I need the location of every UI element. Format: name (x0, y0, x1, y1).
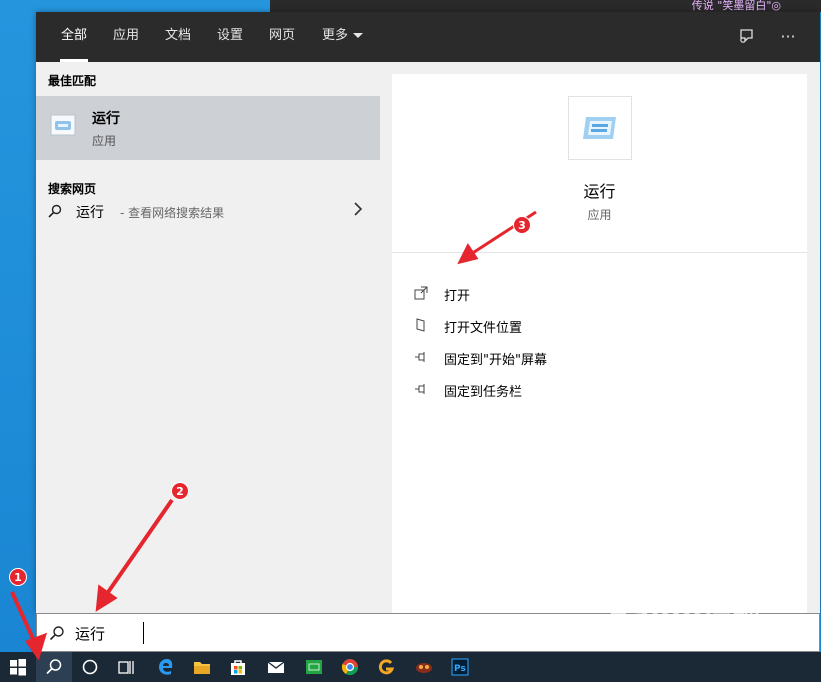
store-bag-icon (231, 660, 245, 675)
action-open-file-location-label: 打开文件位置 (444, 321, 523, 336)
search-icon (46, 659, 62, 675)
web-search-result[interactable]: 运行 - 查看网络搜索结果 (36, 196, 380, 226)
taskbar: Ps (0, 652, 821, 682)
tab-web[interactable]: 网页 (269, 12, 295, 62)
tab-apps[interactable]: 应用 (113, 12, 139, 62)
tab-more-label: 更多 (322, 28, 349, 43)
store-taskbar-button[interactable] (220, 652, 256, 682)
search-icon (48, 204, 62, 218)
action-pin-to-taskbar-label: 固定到任务栏 (444, 385, 523, 400)
tab-settings[interactable]: 设置 (217, 12, 243, 62)
annotation-marker-3: 3 (513, 216, 531, 234)
windows-start-button[interactable] (0, 652, 36, 682)
g-app-taskbar-button[interactable] (368, 652, 404, 682)
open-icon (414, 286, 428, 300)
action-pin-to-start-label: 固定到"开始"屏幕 (444, 353, 547, 368)
task-view-button[interactable] (108, 652, 144, 682)
text-caret (143, 622, 144, 644)
action-pin-to-start[interactable]: 固定到"开始"屏幕 (412, 345, 792, 369)
mail-taskbar-button[interactable] (258, 652, 294, 682)
pin-icon (415, 352, 425, 362)
pin-icon (415, 384, 425, 394)
tab-more[interactable]: 更多 (322, 12, 364, 62)
search-input-value: 运行 (75, 625, 106, 643)
tab-all[interactable]: 全部 (59, 12, 89, 62)
chrome-icon (341, 659, 359, 676)
search-icon (49, 626, 64, 641)
action-open-file-location[interactable]: 打开文件位置 (412, 313, 792, 337)
web-result-description: - 查看网络搜索结果 (120, 206, 225, 220)
mail-icon (267, 661, 285, 673)
action-pin-to-taskbar[interactable]: 固定到任务栏 (412, 377, 792, 401)
cortana-button[interactable] (72, 652, 108, 682)
detail-divider (392, 252, 807, 253)
best-match-item[interactable]: 运行 应用 (36, 96, 380, 160)
green-app-icon (306, 660, 322, 674)
chevron-down-icon (353, 33, 364, 38)
ellipsis-icon[interactable]: ··· (778, 27, 798, 47)
g-app-icon (378, 659, 395, 675)
feedback-icon[interactable] (736, 27, 756, 47)
tab-documents[interactable]: 文档 (165, 12, 191, 62)
action-open-label: 打开 (444, 289, 471, 304)
best-match-heading: 最佳匹配 (48, 74, 97, 88)
web-search-heading: 搜索网页 (48, 182, 97, 196)
best-match-type: 应用 (92, 134, 117, 148)
detail-app-icon-frame (568, 96, 632, 160)
photoshop-icon: Ps (451, 658, 469, 676)
annotation-marker-2: 2 (171, 482, 189, 500)
search-panel-header: 全部 应用 文档 设置 网页 更多 ··· (36, 12, 820, 62)
wallpaper-caption: 传说 "笑墨留白"◎ (691, 0, 781, 12)
green-app-taskbar-button[interactable] (296, 652, 332, 682)
task-view-icon (118, 661, 134, 674)
run-app-icon (50, 114, 76, 136)
search-input[interactable]: 运行 (36, 613, 820, 652)
game-app-icon (416, 663, 432, 673)
search-panel: 全部 应用 文档 设置 网页 更多 ··· 最佳匹配 运行 应用 搜索网页 运行… (36, 12, 820, 613)
cortana-icon (82, 659, 98, 675)
detail-app-name: 运行 (583, 182, 616, 201)
chrome-taskbar-button[interactable] (332, 652, 368, 682)
run-app-icon (583, 117, 616, 139)
photoshop-taskbar-button[interactable]: Ps (442, 652, 478, 682)
best-match-name: 运行 (92, 111, 120, 127)
annotation-marker-1: 1 (9, 568, 27, 586)
windows-logo-icon (10, 659, 26, 676)
edge-icon (159, 659, 173, 675)
detail-app-type: 应用 (587, 208, 612, 222)
chevron-right-icon[interactable] (352, 202, 364, 216)
file-explorer-taskbar-button[interactable] (184, 652, 220, 682)
detail-pane: 运行 应用 打开 打开文件位置 固定到"开始"屏幕 固定到任务栏 (392, 74, 807, 613)
edge-taskbar-button[interactable] (148, 652, 184, 682)
taskbar-search-button[interactable] (36, 652, 72, 682)
file-location-icon (416, 318, 425, 332)
photoshop-label: Ps (454, 664, 466, 674)
folder-icon (194, 662, 210, 674)
action-open[interactable]: 打开 (412, 281, 792, 305)
results-list: 最佳匹配 运行 应用 搜索网页 运行 - 查看网络搜索结果 (36, 62, 380, 613)
game-app-taskbar-button[interactable] (406, 652, 442, 682)
web-result-name: 运行 (76, 205, 104, 221)
